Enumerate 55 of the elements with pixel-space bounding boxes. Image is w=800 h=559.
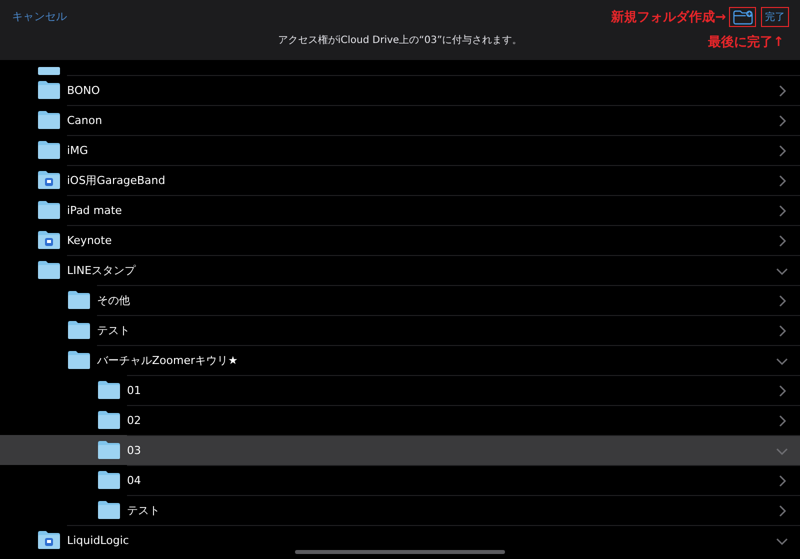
folder-icon bbox=[98, 501, 120, 519]
folder-plus-icon bbox=[732, 10, 752, 24]
cancel-button[interactable]: キャンセル bbox=[8, 7, 71, 26]
access-message: アクセス権がiCloud Drive上の“03”に付与されます。 bbox=[278, 34, 522, 47]
folder-row[interactable]: テスト bbox=[0, 495, 800, 525]
folder-icon bbox=[38, 67, 60, 75]
folder-name: iPad mate bbox=[67, 204, 123, 217]
folder-icon bbox=[98, 471, 120, 489]
folder-name: iMG bbox=[67, 144, 90, 157]
folder-icon bbox=[38, 201, 60, 219]
folder-name: テスト bbox=[97, 323, 131, 338]
folder-row[interactable]: バーチャルZoomerキウリ★ bbox=[0, 345, 800, 375]
folder-name: LINEスタンプ bbox=[67, 263, 137, 278]
folder-name: 01 bbox=[127, 384, 142, 397]
app-folder-icon bbox=[38, 231, 60, 249]
folder-row[interactable]: 02 bbox=[0, 405, 800, 435]
folder-icon bbox=[68, 291, 90, 309]
folder-name: 02 bbox=[127, 414, 142, 427]
folder-icon bbox=[98, 381, 120, 399]
folder-icon bbox=[98, 441, 120, 459]
folder-icon bbox=[38, 261, 60, 279]
folder-icon bbox=[38, 141, 60, 159]
annotation-text: 最後に完了↑ bbox=[708, 34, 784, 51]
folder-row[interactable]: BONO bbox=[0, 75, 800, 105]
folder-row[interactable]: Canon bbox=[0, 105, 800, 135]
app-folder-icon bbox=[38, 531, 60, 549]
folder-row[interactable]: 01 bbox=[0, 375, 800, 405]
folder-row[interactable]: テスト bbox=[0, 315, 800, 345]
folder-row[interactable]: iOS用GarageBand bbox=[0, 165, 800, 195]
folder-name: iOS用GarageBand bbox=[67, 173, 166, 188]
folder-icon bbox=[38, 81, 60, 99]
folder-name: BONO bbox=[67, 84, 101, 97]
folder-row[interactable]: LINEスタンプ bbox=[0, 255, 800, 285]
folder-name: バーチャルZoomerキウリ★ bbox=[97, 353, 239, 368]
folder-icon bbox=[98, 411, 120, 429]
done-button[interactable]: 完了 bbox=[761, 7, 789, 27]
new-folder-button[interactable] bbox=[729, 7, 756, 27]
folder-name: その他 bbox=[97, 293, 131, 308]
folder-icon bbox=[38, 111, 60, 129]
folder-name: 03 bbox=[127, 444, 142, 457]
folder-icon bbox=[68, 321, 90, 339]
folder-name: Canon bbox=[67, 114, 104, 127]
folder-name: テスト bbox=[127, 503, 161, 518]
folder-row[interactable]: その他 bbox=[0, 285, 800, 315]
folder-row[interactable]: 04 bbox=[0, 465, 800, 495]
folder-row[interactable]: iPad mate bbox=[0, 195, 800, 225]
folder-name: 04 bbox=[127, 474, 142, 487]
folder-row[interactable]: 03 bbox=[0, 435, 800, 465]
folder-row[interactable]: Keynote bbox=[0, 225, 800, 255]
folder-row[interactable]: iMG bbox=[0, 135, 800, 165]
folder-icon bbox=[68, 351, 90, 369]
folder-name: LiquidLogic bbox=[67, 534, 130, 547]
annotation-text: 新規フォルダ作成→ bbox=[611, 8, 726, 26]
app-folder-icon bbox=[38, 171, 60, 189]
folder-name: Keynote bbox=[67, 234, 113, 247]
